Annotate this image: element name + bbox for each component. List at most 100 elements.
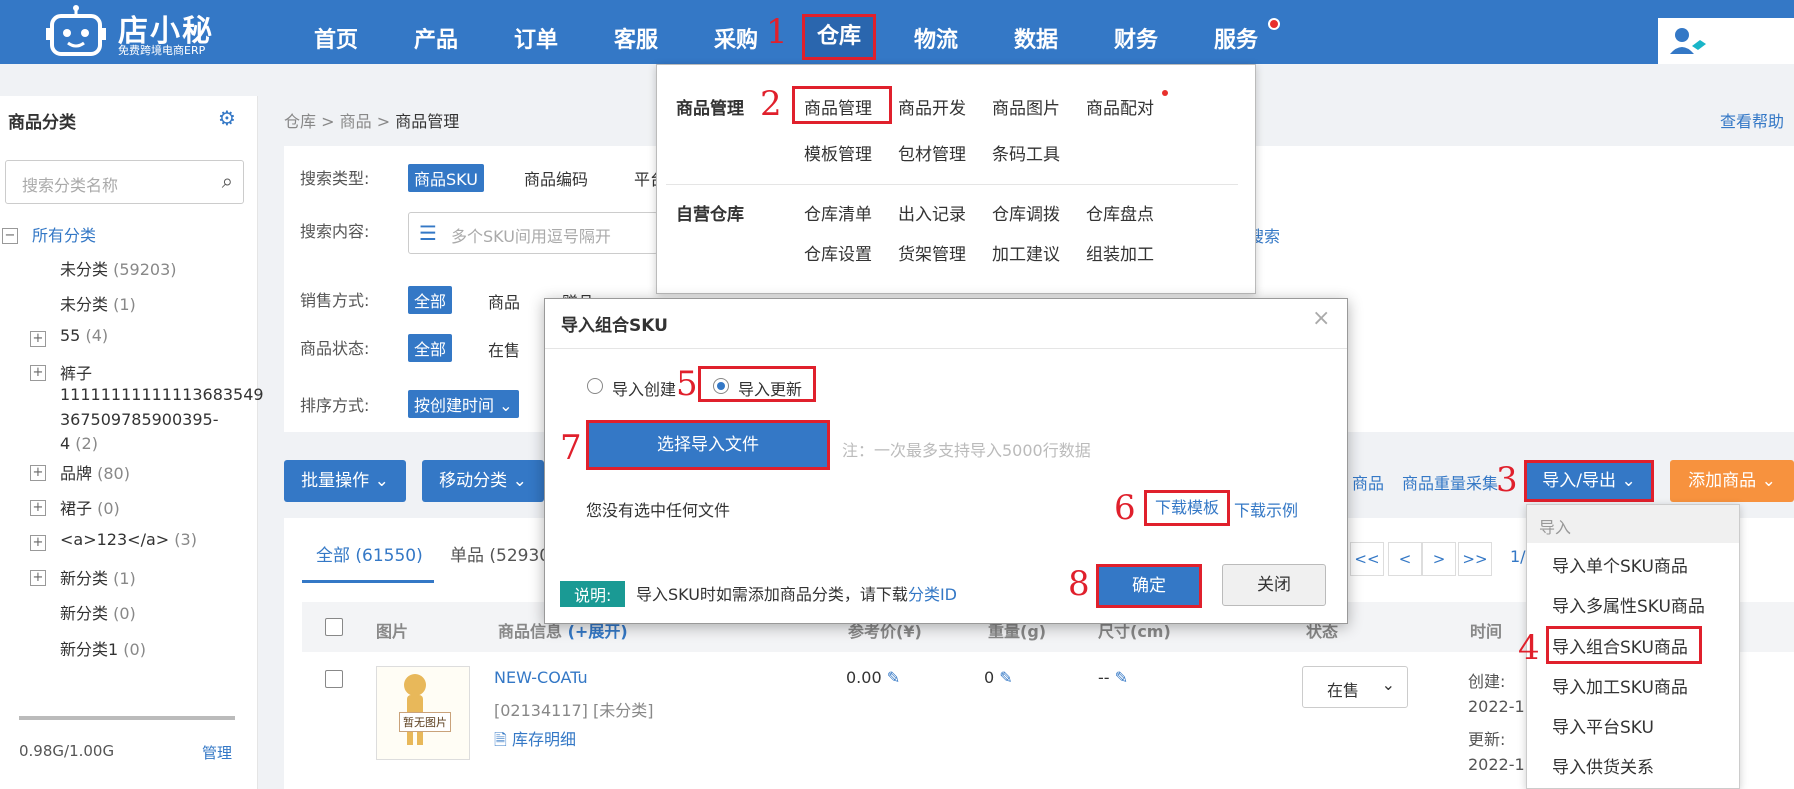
radio-import-create-label[interactable]: 导入创建: [612, 376, 676, 400]
search-type-sku[interactable]: 商品SKU: [408, 164, 484, 192]
move-category-button[interactable]: 移动分类 ⌄: [422, 460, 544, 502]
nav-warehouse[interactable]: 仓库: [802, 14, 876, 60]
sku-search-input[interactable]: ☰ 多个SKU间用逗号隔开: [408, 212, 658, 254]
expand-icon[interactable]: +: [30, 535, 46, 551]
page-prev-button[interactable]: <: [1388, 542, 1422, 576]
edit-icon[interactable]: ✎: [999, 668, 1012, 687]
tree-root-all[interactable]: 所有分类: [32, 222, 96, 246]
confirm-button[interactable]: 确定: [1096, 564, 1202, 608]
weight-collect-link[interactable]: 商品重量采集: [1402, 470, 1498, 494]
search-icon[interactable]: ⌕: [222, 169, 233, 193]
collapse-icon[interactable]: −: [2, 228, 18, 244]
status-on-sale[interactable]: 在售: [488, 337, 520, 361]
radio-import-update-label[interactable]: 导入更新: [738, 376, 802, 400]
download-example-link[interactable]: 下载示例: [1234, 497, 1298, 521]
import-multi-attr-sku[interactable]: 导入多属性SKU商品: [1552, 592, 1705, 617]
robot-logo-icon[interactable]: [46, 4, 106, 56]
wh-item-barcode[interactable]: 条码工具: [992, 140, 1060, 165]
row-checkbox[interactable]: [325, 670, 343, 688]
stock-detail-link[interactable]: 🗎 库存明细: [494, 726, 576, 756]
edit-icon[interactable]: ✎: [887, 668, 900, 687]
category-id-link[interactable]: 分类ID: [908, 585, 957, 604]
gear-icon[interactable]: ⚙: [218, 106, 236, 130]
tree-item[interactable]: 裙子 (0): [60, 495, 120, 519]
expand-icon[interactable]: +: [30, 331, 46, 347]
page-first-button[interactable]: <<: [1350, 542, 1384, 576]
help-link[interactable]: 查看帮助: [1720, 108, 1784, 132]
sale-all-chip[interactable]: 全部: [408, 286, 453, 314]
sort-dropdown[interactable]: 按创建时间 ⌄: [408, 390, 519, 418]
select-all-checkbox[interactable]: [325, 618, 343, 636]
wh-item-list[interactable]: 仓库清单: [804, 200, 872, 225]
wh-item-packaging[interactable]: 包材管理: [898, 140, 966, 165]
status-select[interactable]: 在售 ⌄: [1302, 666, 1408, 708]
expand-icon[interactable]: +: [30, 465, 46, 481]
wh-item-settings[interactable]: 仓库设置: [804, 240, 872, 265]
radio-import-create[interactable]: [587, 378, 603, 394]
tree-item[interactable]: 裤子: [60, 360, 92, 384]
tree-item[interactable]: 未分类 (1): [60, 291, 136, 315]
radio-import-update[interactable]: [713, 378, 729, 394]
tree-item[interactable]: 新分类1 (0): [60, 636, 146, 660]
expand-link[interactable]: (+展开): [568, 622, 628, 641]
wh-item-shelves[interactable]: 货架管理: [898, 240, 966, 265]
page-last-button[interactable]: >>: [1458, 542, 1492, 576]
toolbar-link-product[interactable]: 商品: [1352, 470, 1384, 494]
breadcrumb-warehouse[interactable]: 仓库: [284, 112, 316, 131]
nav-orders[interactable]: 订单: [514, 22, 558, 54]
search-type-code[interactable]: 商品编码: [524, 166, 588, 190]
status-all-chip[interactable]: 全部: [408, 334, 453, 362]
wh-item-transfer[interactable]: 仓库调拨: [992, 200, 1060, 225]
user-menu[interactable]: [1658, 18, 1794, 64]
nav-finance[interactable]: 财务: [1114, 22, 1158, 54]
wh-item-product-dev[interactable]: 商品开发: [898, 94, 966, 119]
import-combo-sku[interactable]: 导入组合SKU商品: [1552, 633, 1688, 658]
expand-icon[interactable]: +: [30, 570, 46, 586]
import-single-sku[interactable]: 导入单个SKU商品: [1552, 552, 1688, 577]
tree-item[interactable]: 未分类 (59203): [60, 256, 177, 280]
choose-file-button[interactable]: 选择导入文件: [586, 420, 830, 470]
sale-product[interactable]: 商品: [488, 289, 520, 313]
tree-item[interactable]: 新分类 (1): [60, 565, 136, 589]
tab-single[interactable]: 单品 (52930: [450, 541, 550, 566]
tab-all[interactable]: 全部 (61550): [316, 541, 423, 566]
wh-item-template[interactable]: 模板管理: [804, 140, 872, 165]
import-platform-sku[interactable]: 导入平台SKU: [1552, 713, 1654, 738]
close-icon[interactable]: ×: [1312, 306, 1330, 331]
storage-manage-link[interactable]: 管理: [202, 742, 232, 763]
wh-item-records[interactable]: 出入记录: [898, 200, 966, 225]
nav-purchase[interactable]: 采购: [714, 22, 758, 54]
tree-item[interactable]: 新分类 (0): [60, 600, 136, 624]
breadcrumb-products[interactable]: 商品: [340, 112, 372, 131]
tree-item[interactable]: 品牌 (80): [60, 460, 130, 484]
wh-item-product-management[interactable]: 商品管理: [804, 94, 872, 119]
page-next-button[interactable]: >: [1422, 542, 1456, 576]
wh-item-product-pairing[interactable]: 商品配对: [1086, 94, 1154, 119]
wh-item-assembly[interactable]: 组装加工: [1086, 240, 1154, 265]
expand-icon[interactable]: +: [30, 365, 46, 381]
tree-item[interactable]: 55 (4): [60, 326, 108, 345]
wh-item-stocktake[interactable]: 仓库盘点: [1086, 200, 1154, 225]
nav-data[interactable]: 数据: [1014, 22, 1058, 54]
nav-home[interactable]: 首页: [314, 22, 358, 54]
batch-actions-button[interactable]: 批量操作 ⌄: [284, 460, 406, 502]
download-template-link[interactable]: 下载模板: [1144, 490, 1230, 526]
import-supply-relation[interactable]: 导入供货关系: [1552, 753, 1654, 778]
close-button[interactable]: 关闭: [1222, 564, 1326, 606]
wh-item-product-images[interactable]: 商品图片: [992, 94, 1060, 119]
category-search-input[interactable]: 搜索分类名称 ⌕: [5, 160, 244, 204]
tree-item[interactable]: <a>123</a> (3): [60, 530, 197, 549]
nav-services[interactable]: 服务: [1214, 22, 1258, 54]
edit-icon[interactable]: ✎: [1115, 668, 1128, 687]
nav-logistics[interactable]: 物流: [914, 22, 958, 54]
import-export-button[interactable]: 导入/导出 ⌄: [1524, 460, 1654, 502]
wh-item-processing[interactable]: 加工建议: [992, 240, 1060, 265]
add-product-button[interactable]: 添加商品 ⌄: [1670, 460, 1794, 502]
nav-service[interactable]: 客服: [614, 22, 658, 54]
tab-active-indicator: [302, 580, 434, 583]
import-processing-sku[interactable]: 导入加工SKU商品: [1552, 673, 1688, 698]
search-content-label: 搜索内容:: [300, 222, 370, 241]
product-name-link[interactable]: NEW-COATu: [494, 668, 588, 687]
nav-products[interactable]: 产品: [414, 22, 458, 54]
expand-icon[interactable]: +: [30, 500, 46, 516]
